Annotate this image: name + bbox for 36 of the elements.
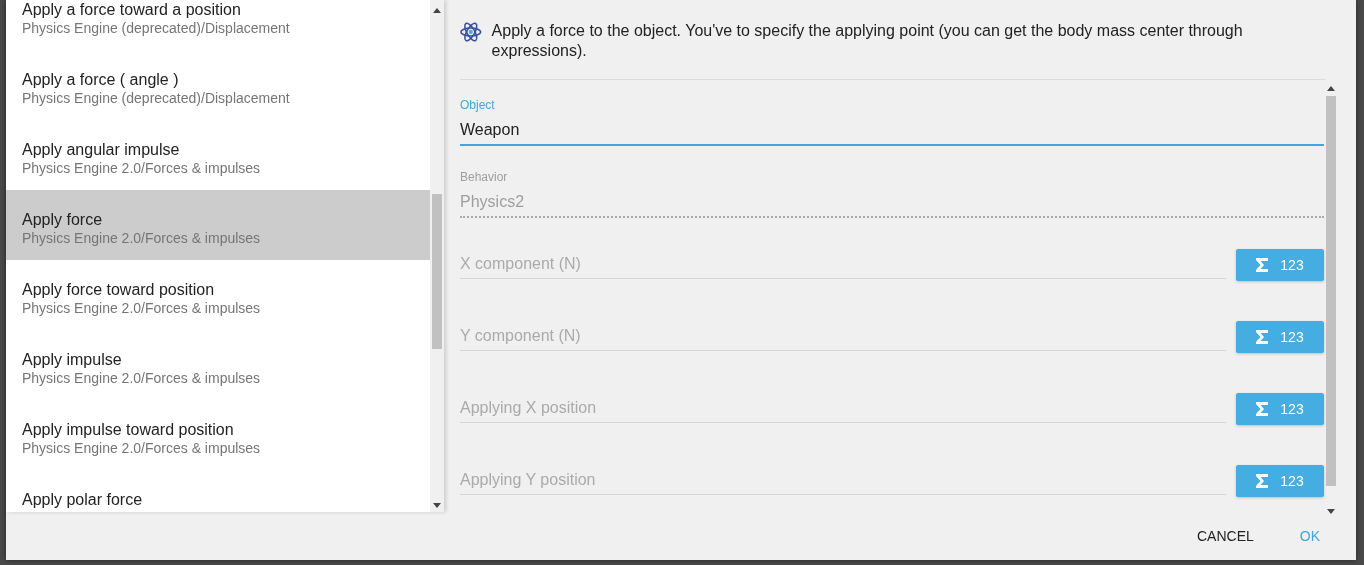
sigma-icon — [1256, 330, 1269, 344]
item-subtitle: Physics Engine 2.0/Forces & impulses — [22, 369, 262, 387]
select-field[interactable]: Weapon — [460, 113, 1324, 146]
scroll-up-icon[interactable] — [1327, 86, 1335, 91]
item-title: Apply force — [22, 210, 104, 229]
item-title: Apply a force ( angle ) — [22, 70, 180, 89]
input-field[interactable]: Applying Y position — [460, 465, 1226, 495]
item-title: Apply a force toward a position — [22, 0, 242, 19]
item-subtitle: Physics Engine 2.0/Forces & impulses — [22, 159, 262, 177]
scrollbar-thumb[interactable] — [1326, 96, 1336, 486]
item-title: Apply angular impulse — [22, 140, 181, 159]
field-label: Behavior — [460, 170, 509, 185]
item-subtitle: Physics Engine 2.0/Forces & impulses — [22, 229, 262, 247]
item-subtitle: Physics Engine 2.0/Forces & impulses — [22, 439, 262, 457]
item-subtitle: Physics Engine 2.0/Forces & impulses — [22, 299, 262, 317]
item-subtitle: Physics Engine (deprecated)/Displacement — [22, 89, 291, 107]
input-field[interactable]: Applying X position — [460, 393, 1226, 423]
cancel-button[interactable]: CANCEL — [1176, 520, 1274, 552]
scroll-down-icon[interactable] — [433, 503, 441, 508]
description-text: Apply a force to the object. You've to specify the applying point (you can get the body mass center through expressions). — [491, 21, 1244, 61]
item-title: Apply impulse toward position — [22, 420, 235, 439]
atom-icon — [460, 21, 482, 43]
scroll-down-icon[interactable] — [1327, 509, 1335, 514]
input-field[interactable]: Y component (N) — [460, 321, 1226, 351]
item-title: Apply polar force — [22, 490, 144, 509]
scroll-up-icon[interactable] — [433, 8, 441, 13]
field-label: Object — [460, 98, 496, 113]
item-title: Apply impulse — [22, 350, 123, 369]
item-title: Apply force toward position — [22, 280, 216, 299]
item-subtitle: Physics Engine (deprecated)/Displacement — [22, 19, 291, 37]
list-item[interactable]: Apply force Physics Engine 2.0/Forces & impulses — [6, 190, 430, 260]
sigma-icon — [1256, 402, 1269, 416]
sigma-icon — [1256, 474, 1269, 488]
scrollbar-thumb[interactable] — [432, 194, 442, 349]
input-field[interactable]: X component (N) — [460, 249, 1226, 279]
sigma-icon — [1256, 258, 1269, 272]
